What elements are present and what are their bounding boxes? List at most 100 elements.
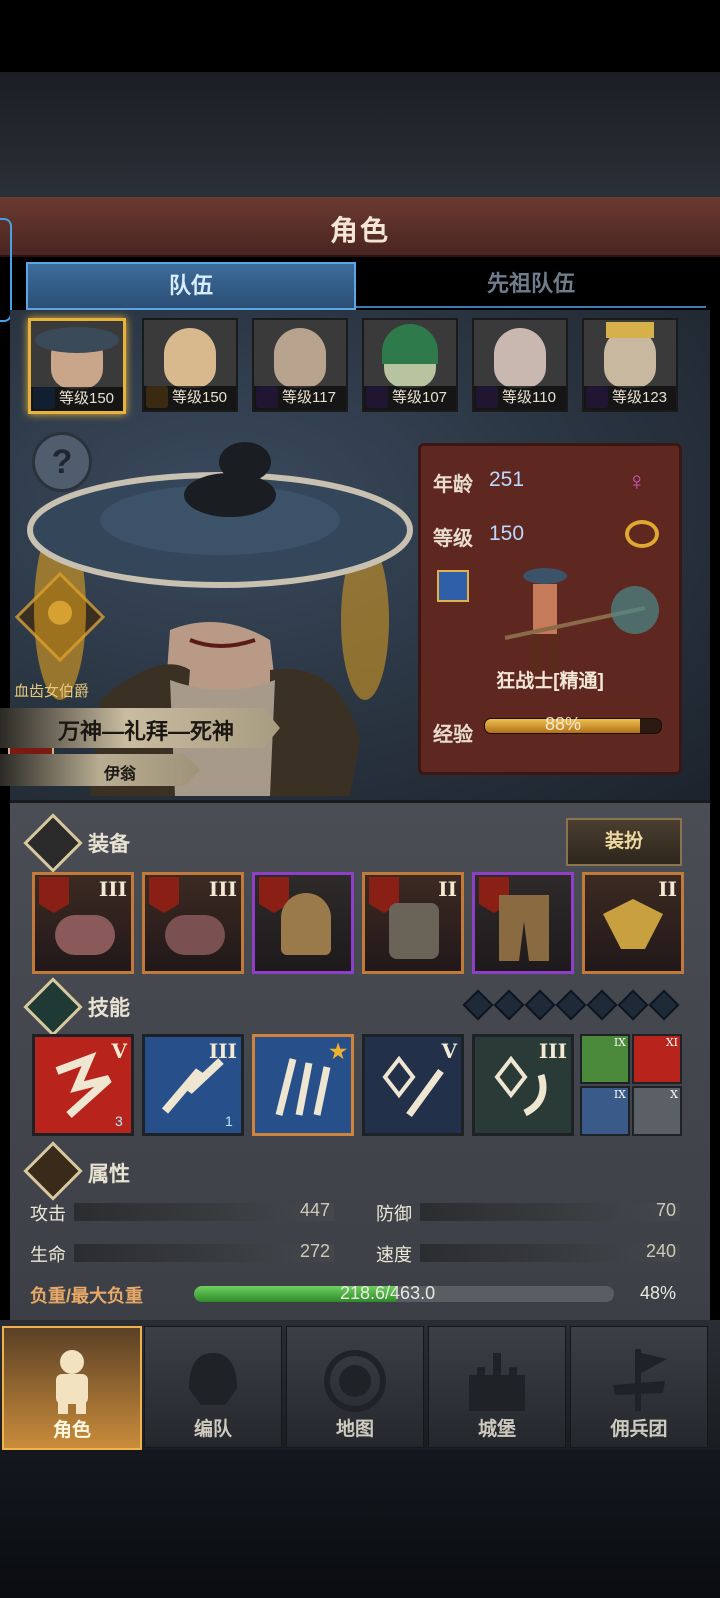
- charge-icon: [161, 1058, 224, 1114]
- speed-label: 速度: [376, 1245, 412, 1265]
- nav-character-label: 角色: [52, 1420, 91, 1441]
- party-member-6[interactable]: 等级123: [582, 318, 678, 412]
- equip-slot-5[interactable]: [472, 872, 574, 974]
- portrait-face: [274, 328, 326, 388]
- load-value: 218.6/463.0: [340, 1283, 436, 1303]
- hp-value: 272: [299, 1241, 330, 1261]
- claw-icon: [275, 1058, 331, 1116]
- party-level: 等级107: [364, 386, 456, 410]
- party-member-5[interactable]: 等级110: [472, 318, 568, 412]
- title-bar: 角色: [0, 197, 720, 257]
- party-member-1[interactable]: 等级150: [28, 318, 126, 414]
- crystal-guard-icon: [494, 1055, 547, 1117]
- nav-character[interactable]: 角色: [2, 1326, 142, 1450]
- skill-badge: 1: [225, 1113, 233, 1129]
- party-level: 等级123: [584, 386, 676, 410]
- armor-icon: [389, 903, 439, 959]
- skill-5[interactable]: III: [472, 1034, 574, 1136]
- attributes-title: 属性: [88, 1163, 130, 1186]
- dress-button[interactable]: 装扮: [566, 818, 682, 866]
- crown-icon: [606, 322, 654, 338]
- equip-rank: II: [438, 877, 457, 901]
- hero-name: 万神—礼拜—死神: [58, 719, 235, 744]
- equip-rank: III: [208, 877, 237, 901]
- ring-icon[interactable]: [625, 520, 659, 548]
- house-flag-icon: [39, 877, 69, 913]
- skill-rank: IX: [613, 1088, 626, 1101]
- nav-castle-label: 城堡: [477, 1419, 516, 1440]
- top-backdrop: [0, 72, 720, 197]
- passive-skill-2[interactable]: XI: [632, 1034, 682, 1084]
- portrait-face: [494, 328, 546, 388]
- equip-slot-3[interactable]: [252, 872, 354, 974]
- party-member-3[interactable]: 等级117: [252, 318, 348, 412]
- party-member-2[interactable]: 等级150: [142, 318, 238, 412]
- nav-formation[interactable]: 编队: [144, 1326, 282, 1448]
- helmet-icon: [189, 1353, 237, 1405]
- tab-team[interactable]: 队伍: [26, 262, 356, 310]
- party-member-4[interactable]: 等级107: [362, 318, 458, 412]
- class-figure-art: [504, 568, 659, 674]
- nav-map[interactable]: 地图: [286, 1326, 424, 1448]
- crystal-sword-icon: [382, 1055, 444, 1118]
- skill-1[interactable]: V 3: [32, 1034, 134, 1136]
- equipment-title: 装备: [88, 833, 130, 856]
- passive-skill-3[interactable]: IX: [580, 1086, 630, 1136]
- skill-4[interactable]: V: [362, 1034, 464, 1136]
- load-label: 负重/最大负重: [30, 1286, 144, 1306]
- nav-castle[interactable]: 城堡: [428, 1326, 566, 1448]
- passive-skill-1[interactable]: IX: [580, 1034, 630, 1084]
- female-icon: ♀: [627, 466, 647, 496]
- skill-3[interactable]: ★: [252, 1034, 354, 1136]
- nav-formation-label: 编队: [193, 1419, 232, 1440]
- sword-icon: [437, 570, 469, 602]
- speed-value: 240: [645, 1241, 676, 1261]
- equip-rank: III: [98, 877, 127, 901]
- party-level: 等级117: [254, 386, 346, 410]
- skills-title: 技能: [88, 997, 130, 1020]
- knight-icon: [56, 1350, 88, 1414]
- boots-icon: [499, 895, 549, 961]
- slash-icon: [55, 1051, 112, 1118]
- equip-slot-6[interactable]: II: [582, 872, 684, 974]
- hat-icon: [35, 327, 119, 353]
- skill-rank: IX: [613, 1036, 626, 1049]
- tab-ancestors[interactable]: 先祖队伍: [356, 262, 706, 308]
- attack-label: 攻击: [30, 1204, 66, 1224]
- equip-slot-1[interactable]: III: [32, 872, 134, 974]
- team-tabs: 队伍 先祖队伍: [26, 262, 706, 310]
- skill-2[interactable]: III 1: [142, 1034, 244, 1136]
- nav-map-label: 地图: [335, 1419, 374, 1440]
- equip-slot-4[interactable]: II: [362, 872, 464, 974]
- exp-label: 经验: [433, 724, 473, 746]
- party-level: 等级150: [144, 386, 236, 410]
- helmet-icon: [281, 893, 331, 955]
- hero-title-badge: 血齿女伯爵: [14, 683, 90, 700]
- defense-value: 70: [655, 1200, 676, 1220]
- skill-badge: 3: [115, 1113, 123, 1129]
- house-flag-icon: [149, 877, 179, 913]
- equip-rank: II: [658, 877, 677, 901]
- portrait-face: [164, 328, 216, 388]
- bottom-backdrop: [0, 1450, 720, 1598]
- banner-icon: [613, 1349, 667, 1411]
- side-drawer-handle[interactable]: [0, 218, 12, 322]
- nav-mercenary[interactable]: 佣兵团: [570, 1326, 708, 1448]
- hero-subname-plate: [0, 754, 200, 786]
- party-level: 等级110: [474, 386, 566, 410]
- equip-slot-2[interactable]: III: [142, 872, 244, 974]
- skill-rank: XI: [665, 1036, 678, 1049]
- exp-value: 88%: [545, 714, 582, 734]
- attack-value: 447: [299, 1200, 330, 1220]
- castle-icon: [469, 1353, 525, 1411]
- class-name: 狂战士[精通]: [496, 671, 604, 692]
- weapon-icon: [55, 915, 115, 955]
- level-value: 150: [489, 522, 525, 545]
- hp-label: 生命: [30, 1245, 66, 1265]
- defense-label: 防御: [376, 1204, 412, 1224]
- weapon-icon: [165, 915, 225, 955]
- load-percent: 48%: [640, 1283, 677, 1303]
- passive-skill-4[interactable]: X: [632, 1086, 682, 1136]
- amulet-icon: [603, 899, 663, 949]
- skill-rank: X: [670, 1088, 678, 1101]
